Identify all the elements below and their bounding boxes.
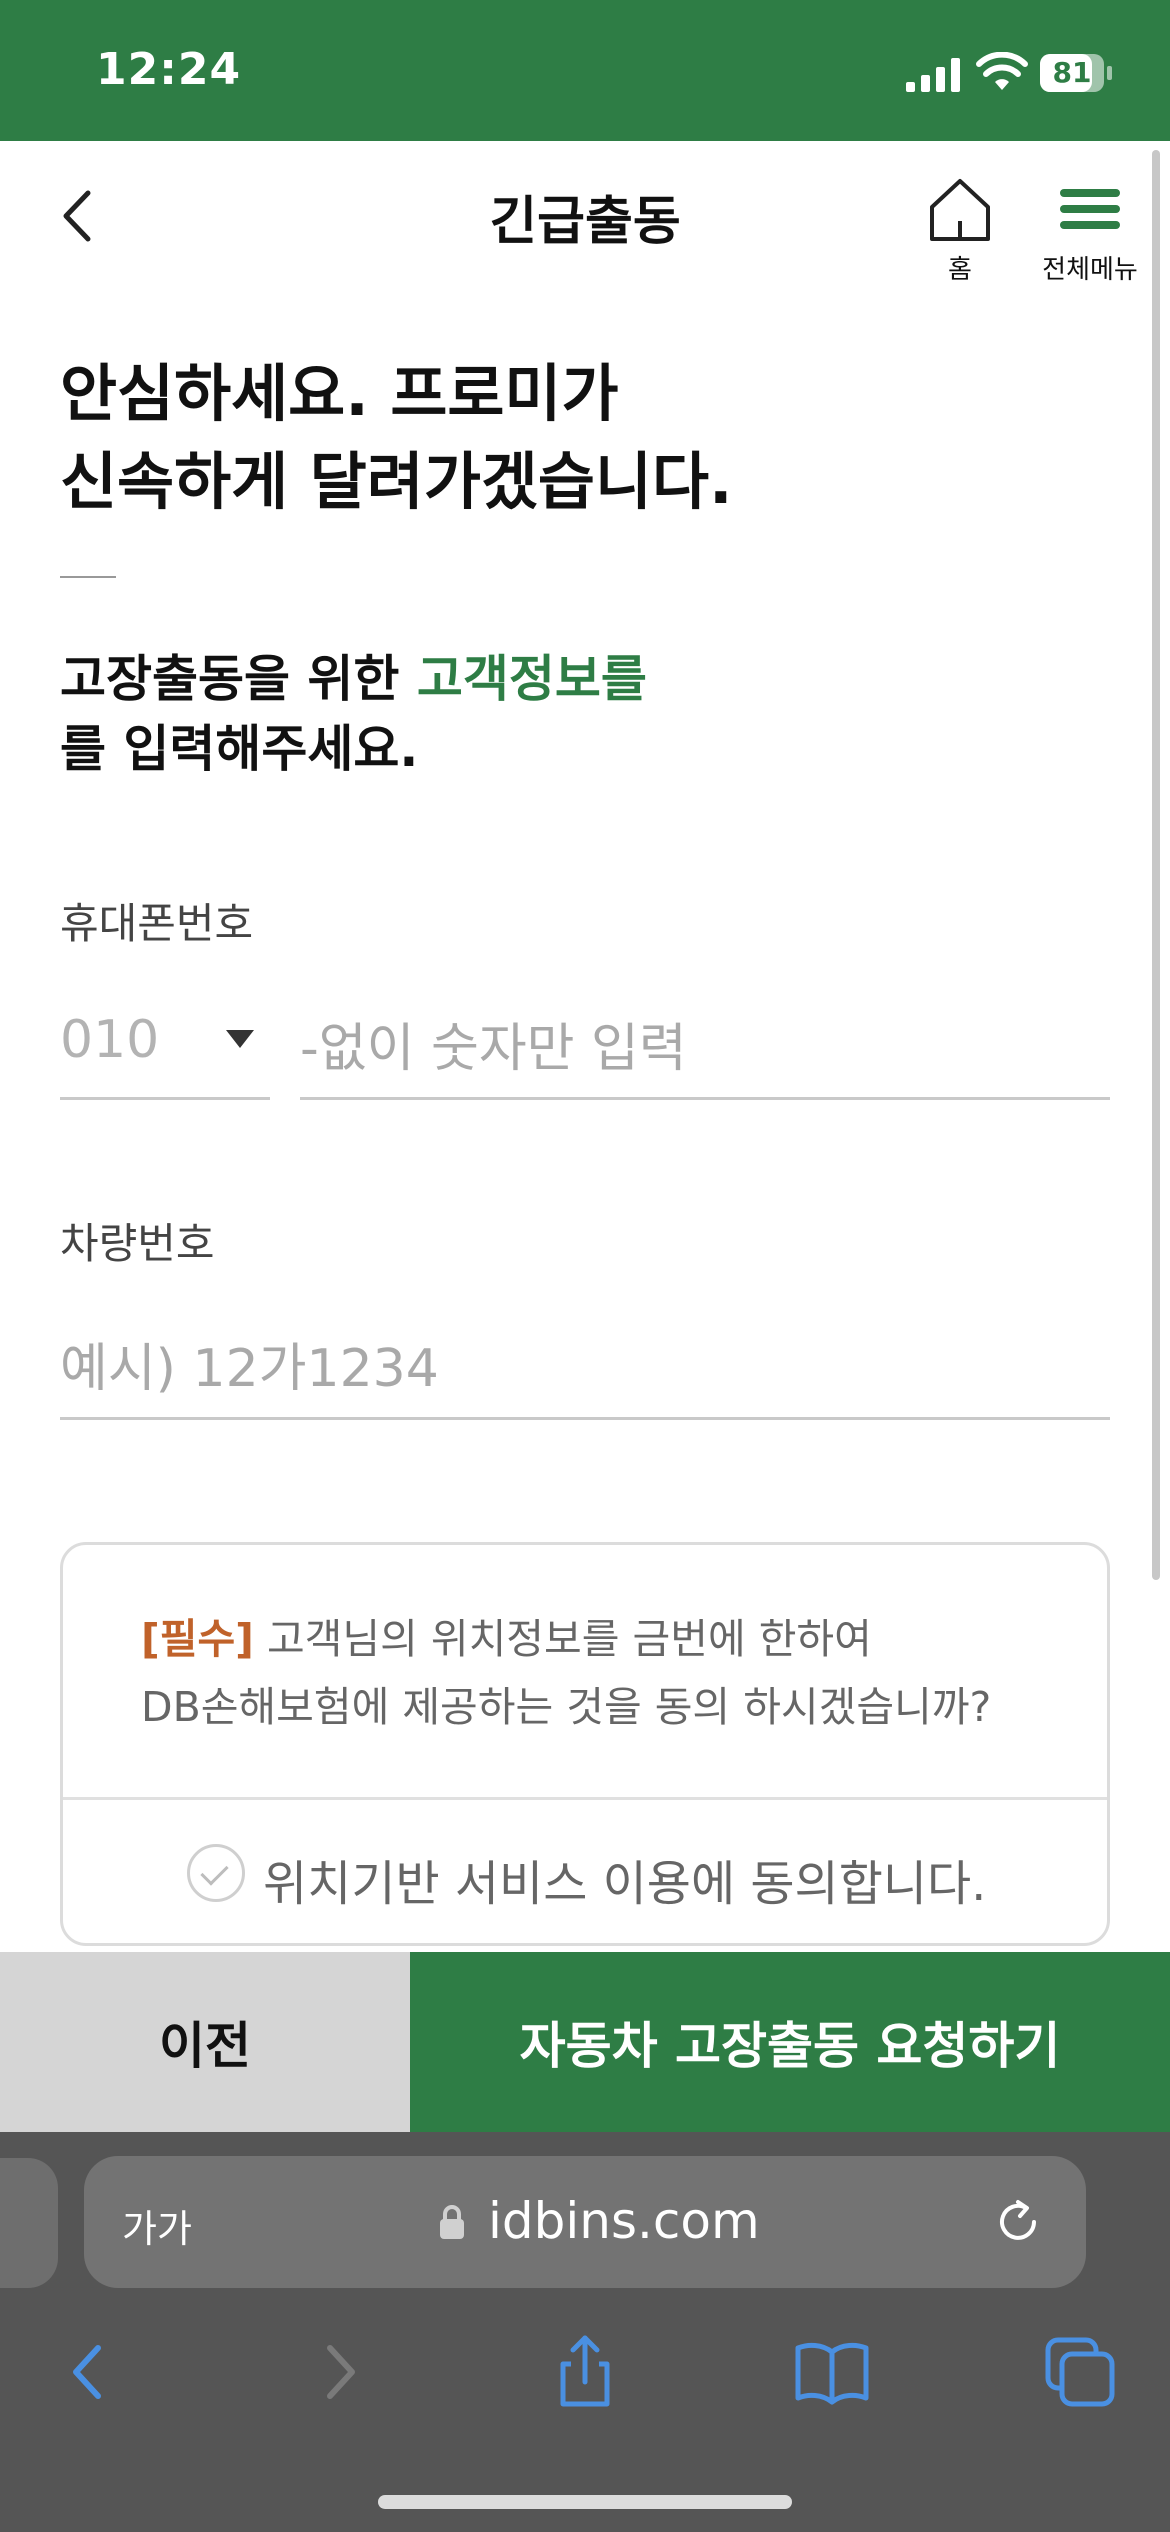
text-size-button[interactable]: 가가 — [122, 2198, 192, 2253]
browser-back-icon[interactable] — [48, 2332, 128, 2412]
hamburger-menu-icon — [1060, 189, 1120, 229]
section-divider — [60, 576, 116, 578]
instruction-accent: 고객정보를 — [416, 650, 647, 708]
previous-tab-peek[interactable] — [0, 2158, 58, 2288]
browser-forward-icon[interactable] — [300, 2332, 380, 2412]
wifi-icon — [976, 52, 1028, 90]
page-title: 긴급출동 — [489, 192, 681, 252]
check-circle-icon — [187, 1844, 245, 1902]
home-indicator[interactable] — [378, 2495, 792, 2509]
vehicle-label: 차량번호 — [60, 1219, 215, 1268]
request-service-button[interactable]: 자동차 고장출동 요청하기 — [410, 1952, 1170, 2132]
share-icon[interactable] — [545, 2332, 625, 2412]
full-menu-label: 전체메뉴 — [1042, 255, 1138, 285]
consent-text: [필수] 고객님의 위치정보를 금번에 한하여 DB손해보험에 제공하는 것을 … — [141, 1605, 1071, 1741]
caret-down-icon — [226, 1030, 254, 1048]
lock-icon — [440, 2205, 464, 2239]
status-bar: 12:24 81 — [0, 0, 1170, 141]
required-tag: [필수] — [141, 1615, 254, 1663]
home-label: 홈 — [948, 255, 972, 285]
browser-chrome: 가가 idbins.com — [0, 2132, 1170, 2532]
headline-line-2: 신속하게 달려가겠습니다. — [60, 445, 733, 518]
consent-text-line-1: 고객님의 위치정보를 금번에 한하여 — [253, 1615, 872, 1663]
status-time: 12:24 — [96, 44, 242, 95]
phone-prefix-value: 010 — [60, 1010, 160, 1070]
cellular-signal-icon — [906, 58, 960, 92]
battery-icon: 81 — [1040, 54, 1112, 92]
phone-label: 휴대폰번호 — [60, 899, 254, 948]
back-button[interactable] — [52, 181, 104, 251]
consent-text-line-2: DB손해보험에 제공하는 것을 동의 하시겠습니까? — [141, 1683, 992, 1731]
instruction-suffix: 를 입력해주세요. — [60, 720, 419, 778]
bookmarks-icon[interactable] — [792, 2332, 872, 2412]
full-menu-button[interactable]: 전체메뉴 — [1020, 175, 1160, 285]
tabs-icon[interactable] — [1040, 2332, 1120, 2412]
instruction-prefix: 고장출동을 위한 — [60, 650, 417, 708]
home-button[interactable]: 홈 — [920, 175, 1000, 285]
page-header: 긴급출동 홈 전체메뉴 — [0, 141, 1170, 291]
scrollbar[interactable] — [1152, 150, 1160, 1580]
url-text: idbins.com — [488, 2192, 760, 2250]
address-bar[interactable]: 가가 idbins.com — [84, 2156, 1086, 2288]
previous-button[interactable]: 이전 — [0, 1952, 410, 2132]
vehicle-number-input[interactable] — [60, 1320, 1110, 1420]
location-consent-checkbox[interactable]: 위치기반 서비스 이용에 동의합니다. — [63, 1800, 1107, 1943]
hero-headline: 안심하세요. 프로미가 신속하게 달려가겠습니다. — [60, 350, 733, 526]
headline-line-1: 안심하세요. 프로미가 — [60, 357, 619, 430]
battery-level: 81 — [1052, 56, 1092, 89]
phone-prefix-select[interactable]: 010 — [60, 1000, 270, 1100]
reload-icon[interactable] — [990, 2194, 1046, 2250]
home-icon — [930, 179, 990, 241]
instruction-text: 고장출동을 위한 고객정보를 를 입력해주세요. — [60, 644, 1060, 784]
consent-agree-label: 위치기반 서비스 이용에 동의합니다. — [263, 1856, 987, 1912]
location-consent-box: [필수] 고객님의 위치정보를 금번에 한하여 DB손해보험에 제공하는 것을 … — [60, 1542, 1110, 1946]
phone-number-input[interactable] — [300, 1000, 1110, 1100]
browser-toolbar — [0, 2312, 1170, 2432]
